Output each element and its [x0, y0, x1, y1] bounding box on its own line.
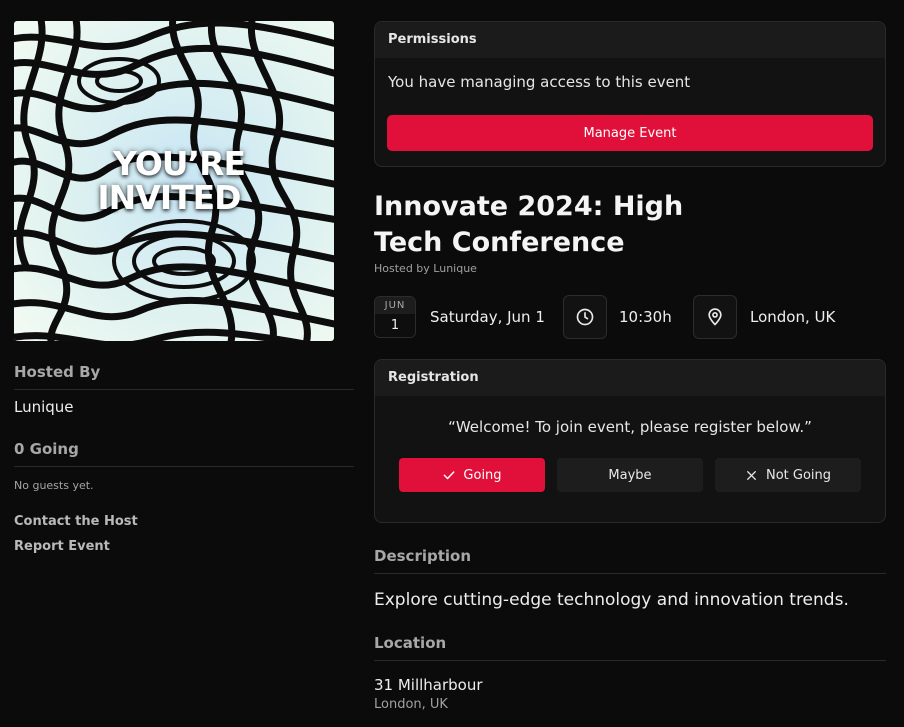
going-button[interactable]: Going — [399, 458, 545, 492]
permissions-card: Permissions You have managing access to … — [374, 21, 886, 167]
invitation-line-2: INVITED — [97, 178, 241, 217]
registration-card: Registration “Welcome! To join event, pl… — [374, 359, 886, 523]
location-city: London, UK — [374, 697, 448, 712]
location-address: 31 Millharbour — [374, 676, 483, 694]
calendar-day: 1 — [375, 314, 415, 337]
event-title: Innovate 2024: High Tech Conference — [374, 191, 684, 258]
not-going-label: Not Going — [765, 467, 832, 483]
invitation-line-1: YOU’RE — [112, 144, 246, 183]
manage-event-button[interactable]: Manage Event — [387, 115, 873, 151]
contact-host-link[interactable]: Contact the Host — [14, 514, 354, 529]
no-guests-text: No guests yet. — [14, 479, 94, 492]
location-heading: Location — [374, 634, 886, 661]
going-label: Going — [463, 467, 502, 483]
hosted-by-heading: Hosted By — [14, 363, 354, 390]
event-date: Saturday, Jun 1 — [430, 308, 545, 326]
event-cover-image: YOU’RE INVITED — [14, 21, 334, 341]
permissions-heading: Permissions — [375, 22, 885, 58]
permissions-message: You have managing access to this event — [388, 73, 691, 91]
x-icon — [747, 470, 756, 480]
description-heading: Description — [374, 547, 886, 574]
event-meta-row: JUN 1 Saturday, Jun 1 10:30h London, UK — [374, 295, 886, 339]
not-going-button[interactable]: Not Going — [715, 458, 861, 492]
calendar-month: JUN — [375, 297, 415, 314]
event-main: Permissions You have managing access to … — [374, 21, 886, 712]
check-icon — [444, 471, 455, 480]
map-pin-icon — [693, 295, 737, 339]
going-count-heading: 0 Going — [14, 440, 354, 467]
description-text: Explore cutting-edge technology and inno… — [374, 590, 849, 610]
rsvp-options: Going Maybe Not Going — [399, 458, 885, 492]
event-time: 10:30h — [619, 308, 672, 326]
calendar-date-badge: JUN 1 — [374, 296, 416, 338]
registration-message: “Welcome! To join event, please register… — [448, 418, 812, 436]
event-hosted-by: Hosted by Lunique — [374, 262, 477, 275]
report-event-link[interactable]: Report Event — [14, 539, 354, 554]
maybe-label: Maybe — [608, 467, 652, 483]
invitation-text: YOU’RE INVITED — [14, 21, 334, 341]
event-sidebar: YOU’RE INVITED Hosted By Lunique 0 Going… — [14, 21, 354, 554]
registration-heading: Registration — [375, 360, 885, 396]
clock-icon — [563, 295, 607, 339]
host-name: Lunique — [14, 398, 74, 416]
event-location: London, UK — [750, 308, 836, 326]
maybe-button[interactable]: Maybe — [557, 458, 703, 492]
